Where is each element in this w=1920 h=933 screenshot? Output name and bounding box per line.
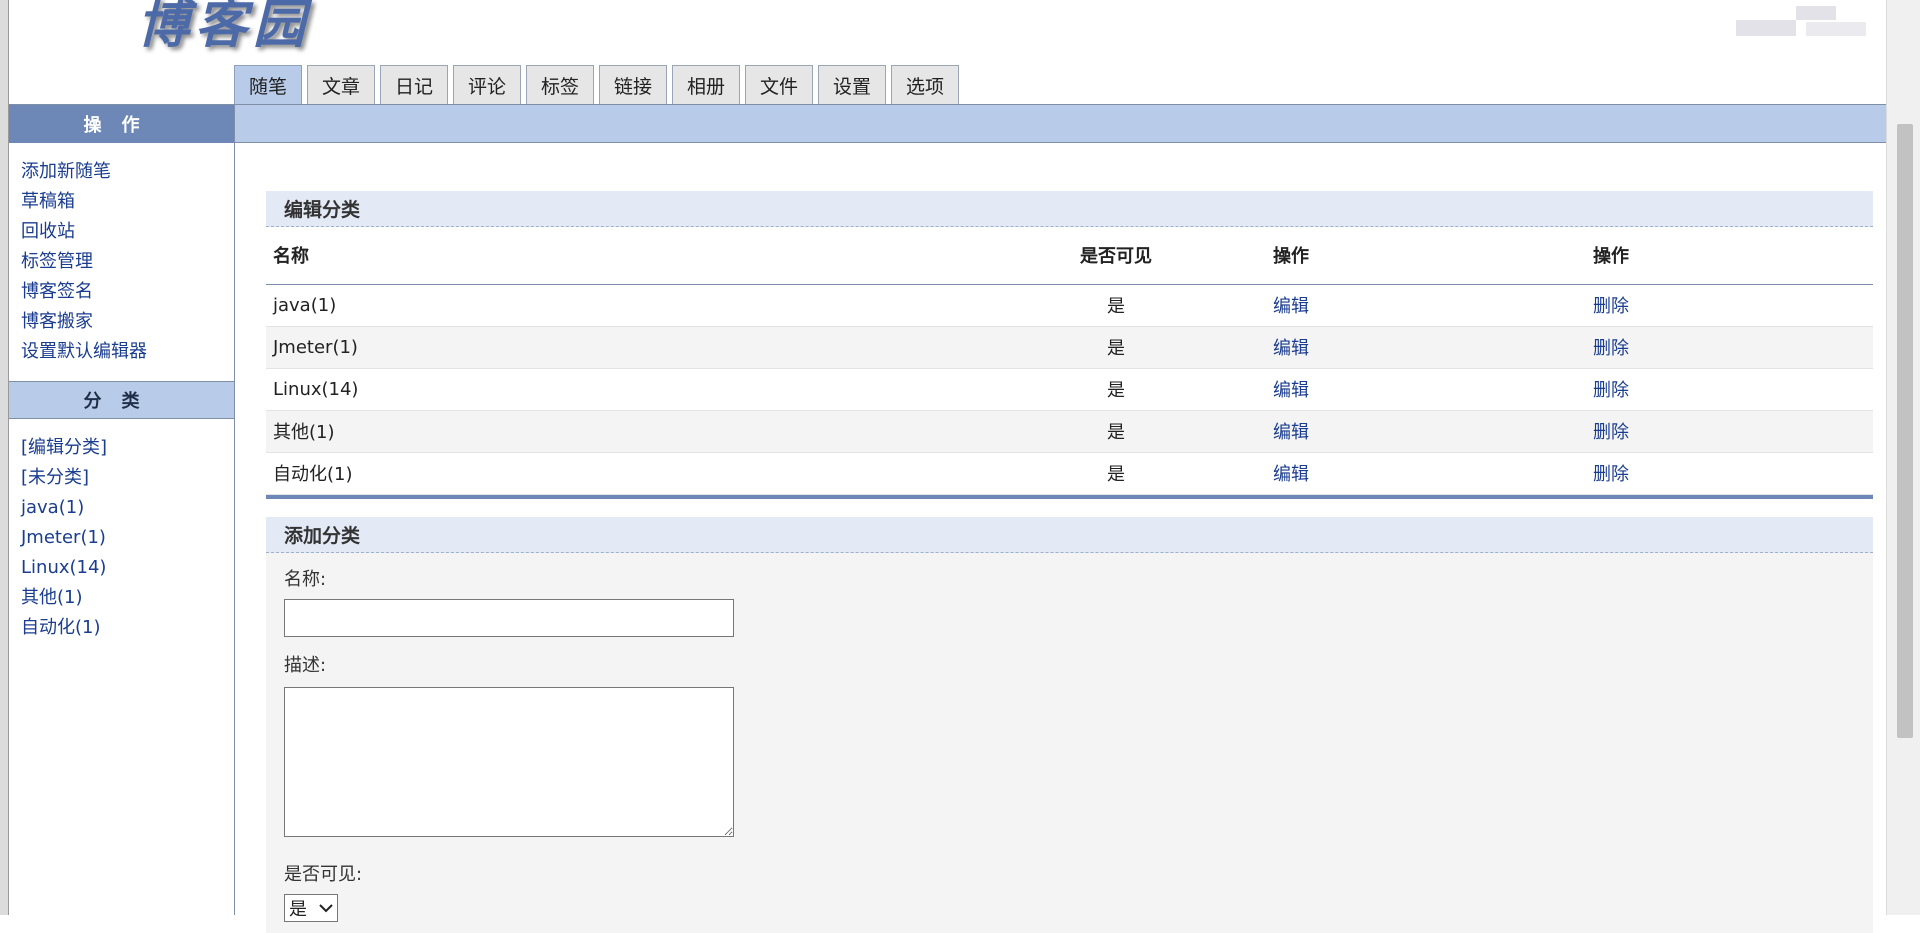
visible-select-value: 是	[289, 898, 307, 920]
category-name: Jmeter(1)	[266, 326, 966, 369]
add-category-form: 名称: 描述: 是否可见: 是	[266, 552, 1873, 933]
window-left-edge	[0, 0, 9, 915]
sidebar-item-category[interactable]: 自动化(1)	[21, 617, 101, 638]
name-label: 名称:	[284, 568, 327, 590]
tab-diary[interactable]: 日记	[380, 65, 448, 105]
category-name: java(1)	[266, 284, 966, 327]
sidebar-ops-list: 添加新随笔 草稿箱 回收站 标签管理 博客签名 博客搬家 设置默认编辑器	[9, 143, 234, 381]
sidebar-item-drafts[interactable]: 草稿箱	[21, 191, 75, 212]
vertical-scrollbar[interactable]	[1886, 0, 1920, 915]
category-visible: 是	[966, 410, 1266, 453]
category-name: 其他(1)	[266, 410, 966, 453]
category-description-textarea[interactable]	[284, 686, 734, 837]
tab-articles[interactable]: 文章	[307, 65, 375, 105]
category-visible: 是	[966, 326, 1266, 369]
edit-link[interactable]: 编辑	[1273, 380, 1309, 401]
visible-label: 是否可见:	[284, 863, 363, 885]
category-name: 自动化(1)	[266, 452, 966, 495]
category-name: Linux(14)	[266, 368, 966, 411]
category-visible: 是	[966, 284, 1266, 327]
table-bottom-bar	[266, 494, 1873, 499]
tab-albums[interactable]: 相册	[672, 65, 740, 105]
col-name: 名称	[266, 227, 966, 285]
tab-links[interactable]: 链接	[599, 65, 667, 105]
blurred-user-area	[1686, 0, 1886, 60]
category-visible: 是	[966, 452, 1266, 495]
scrollbar-thumb[interactable]	[1897, 124, 1913, 738]
tab-files[interactable]: 文件	[745, 65, 813, 105]
edit-link[interactable]: 编辑	[1273, 296, 1309, 317]
add-category-section: 添加分类 名称: 描述: 是否可见: 是	[266, 516, 1873, 933]
tab-settings[interactable]: 设置	[818, 65, 886, 105]
sidebar-item-tag-management[interactable]: 标签管理	[21, 251, 93, 272]
edit-category-title: 编辑分类	[266, 191, 1873, 227]
sidebar-item-blog-signature[interactable]: 博客签名	[21, 281, 93, 302]
main-header-band	[235, 105, 1886, 143]
col-edit: 操作	[1266, 227, 1586, 285]
delete-link[interactable]: 删除	[1593, 338, 1629, 359]
col-delete: 操作	[1586, 227, 1873, 285]
tab-options[interactable]: 选项	[891, 65, 959, 105]
category-visible: 是	[966, 368, 1266, 411]
main-content: 编辑分类 名称 是否可见 操作 操作 java(1) 是 编辑 删除 Jmete…	[266, 191, 1873, 933]
edit-link[interactable]: 编辑	[1273, 338, 1309, 359]
tab-comments[interactable]: 评论	[453, 65, 521, 105]
delete-link[interactable]: 删除	[1593, 380, 1629, 401]
visible-select[interactable]: 是	[284, 893, 338, 922]
sidebar-item-new-post[interactable]: 添加新随笔	[21, 161, 111, 182]
sidebar-item-category[interactable]: Linux(14)	[21, 557, 106, 578]
table-row: 自动化(1) 是 编辑 删除	[266, 452, 1873, 495]
tab-posts[interactable]: 随笔	[234, 65, 302, 105]
tab-tags[interactable]: 标签	[526, 65, 594, 105]
col-visible: 是否可见	[966, 227, 1266, 285]
tab-bar: 随笔 文章 日记 评论 标签 链接 相册 文件 设置 选项	[234, 65, 959, 105]
table-header-row: 名称 是否可见 操作 操作	[266, 227, 1873, 285]
sidebar-item-category[interactable]: Jmeter(1)	[21, 527, 106, 548]
category-table: 名称 是否可见 操作 操作 java(1) 是 编辑 删除 Jmeter(1) …	[266, 227, 1873, 495]
sidebar: 操作 添加新随笔 草稿箱 回收站 标签管理 博客签名 博客搬家 设置默认编辑器 …	[9, 105, 235, 915]
sidebar-item-category[interactable]: java(1)	[21, 497, 84, 518]
table-row: java(1) 是 编辑 删除	[266, 284, 1873, 327]
sidebar-item-default-editor[interactable]: 设置默认编辑器	[21, 341, 147, 362]
sidebar-category-title: 分类	[9, 381, 234, 419]
delete-link[interactable]: 删除	[1593, 422, 1629, 443]
description-label: 描述:	[284, 654, 327, 676]
sidebar-item-edit-categories[interactable]: [编辑分类]	[21, 437, 107, 458]
table-row: Jmeter(1) 是 编辑 删除	[266, 326, 1873, 369]
category-name-input[interactable]	[284, 598, 734, 637]
edit-link[interactable]: 编辑	[1273, 422, 1309, 443]
table-row: Linux(14) 是 编辑 删除	[266, 368, 1873, 411]
edit-link[interactable]: 编辑	[1273, 464, 1309, 485]
page: 博客园 随笔 文章 日记 评论 标签 链接 相册 文件 设置 选项 操作 添加新…	[9, 0, 1886, 933]
header: 博客园 随笔 文章 日记 评论 标签 链接 相册 文件 设置 选项	[9, 0, 1886, 105]
delete-link[interactable]: 删除	[1593, 296, 1629, 317]
add-category-title: 添加分类	[266, 516, 1873, 553]
sidebar-item-uncategorized[interactable]: [未分类]	[21, 467, 89, 488]
sidebar-item-blog-migration[interactable]: 博客搬家	[21, 311, 93, 332]
sidebar-item-category[interactable]: 其他(1)	[21, 587, 83, 608]
sidebar-ops-title: 操作	[9, 105, 234, 143]
sidebar-item-recycle-bin[interactable]: 回收站	[21, 221, 75, 242]
table-row: 其他(1) 是 编辑 删除	[266, 410, 1873, 453]
site-logo[interactable]: 博客园	[137, 0, 311, 57]
sidebar-category-list: [编辑分类] [未分类] java(1) Jmeter(1) Linux(14)…	[9, 419, 234, 657]
delete-link[interactable]: 删除	[1593, 464, 1629, 485]
